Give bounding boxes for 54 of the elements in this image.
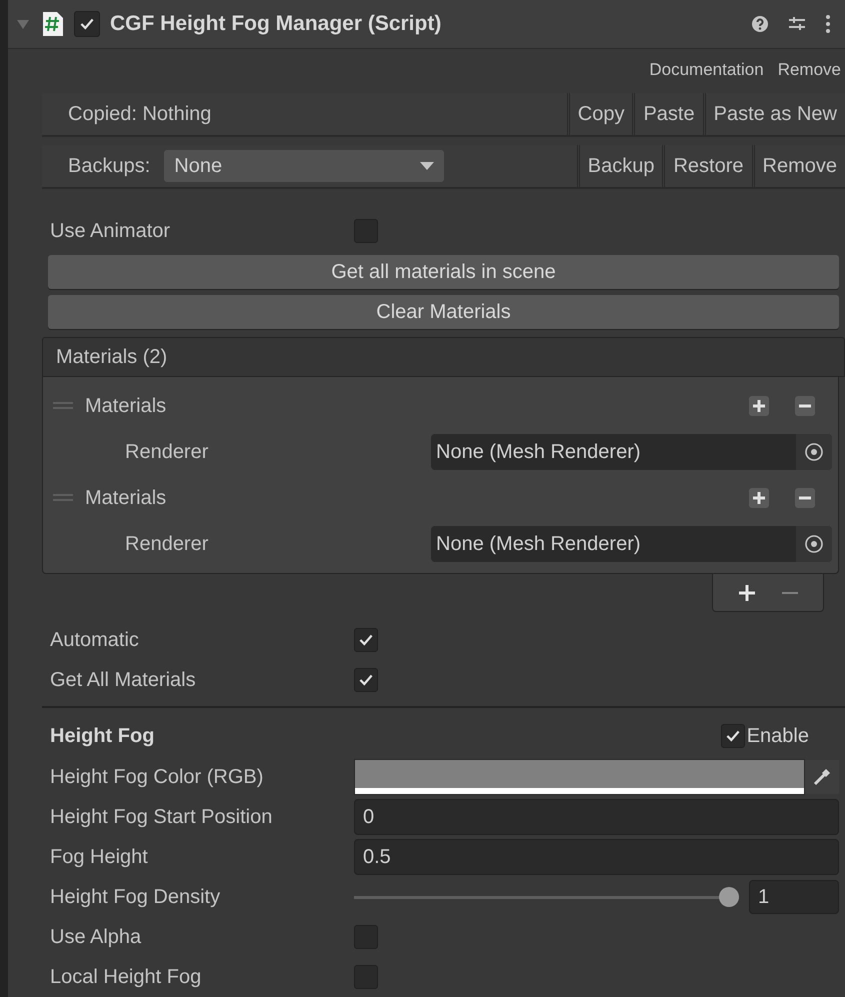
checkbox[interactable]	[354, 668, 378, 692]
script-file-icon	[42, 11, 64, 37]
enable-checkbox[interactable]	[720, 724, 745, 748]
number-field[interactable]: 0	[354, 799, 839, 835]
add-icon[interactable]	[738, 584, 756, 602]
checkbox[interactable]	[354, 219, 378, 243]
element-label: Materials	[85, 486, 166, 510]
field-label: Use Animator	[50, 220, 172, 242]
checkbox[interactable]	[354, 925, 378, 949]
action-button[interactable]: Clear Materials	[48, 295, 839, 329]
field-label: Fog Height	[50, 846, 149, 868]
remove-icon[interactable]	[794, 487, 816, 509]
dropdown-arrow-icon	[420, 162, 434, 170]
object-field[interactable]: None (Mesh Renderer)	[431, 526, 832, 562]
link[interactable]: Documentation	[649, 60, 764, 80]
field-label: Height Fog Density	[50, 886, 222, 908]
field-label: Renderer	[124, 532, 210, 556]
drag-handle-icon[interactable]	[53, 402, 73, 410]
link[interactable]: Remove	[778, 60, 841, 80]
backups-dropdown[interactable]: None	[164, 150, 444, 182]
number-field[interactable]: 0.5	[354, 839, 839, 875]
color-field[interactable]	[354, 759, 805, 795]
field-label: Automatic	[50, 628, 140, 652]
field-label: Get All Materials	[50, 668, 197, 692]
object-picker-icon[interactable]	[796, 526, 832, 562]
object-field[interactable]: None (Mesh Renderer)	[431, 434, 832, 470]
list-header[interactable]: Materials (2)	[42, 337, 845, 377]
section-title: Height Fog	[50, 724, 156, 748]
enable-label: Enable	[746, 724, 810, 748]
field-label: Height Fog Color (RGB)	[50, 766, 264, 788]
remove-icon[interactable]	[794, 395, 816, 417]
help-icon[interactable]	[751, 15, 769, 33]
component-title: CGF Height Fog Manager (Script)	[110, 12, 442, 36]
field-label: Use Alpha	[50, 926, 142, 948]
slider[interactable]	[354, 887, 739, 907]
field-label: Height Fog Start Position	[50, 806, 274, 828]
backups-label: Backups:	[67, 154, 152, 178]
enable-checkbox[interactable]	[74, 11, 100, 37]
add-icon[interactable]	[748, 395, 770, 417]
field-label: Renderer	[124, 440, 210, 464]
action-button[interactable]: Get all materials in scene	[48, 255, 839, 289]
checkbox[interactable]	[354, 965, 378, 989]
element-label: Materials	[85, 394, 166, 418]
checkbox[interactable]	[354, 628, 378, 652]
field-label: Local Height Fog	[50, 966, 202, 988]
object-picker-icon[interactable]	[796, 434, 832, 470]
slider-thumb[interactable]	[719, 887, 739, 907]
settings-sliders-icon[interactable]	[787, 15, 807, 33]
menu-icon[interactable]	[825, 14, 831, 34]
copied-status: Copied: Nothing	[67, 102, 212, 126]
drag-handle-icon[interactable]	[53, 494, 73, 502]
add-icon[interactable]	[748, 487, 770, 509]
number-field[interactable]: 1	[749, 880, 839, 914]
eyedropper-icon[interactable]	[805, 760, 839, 794]
